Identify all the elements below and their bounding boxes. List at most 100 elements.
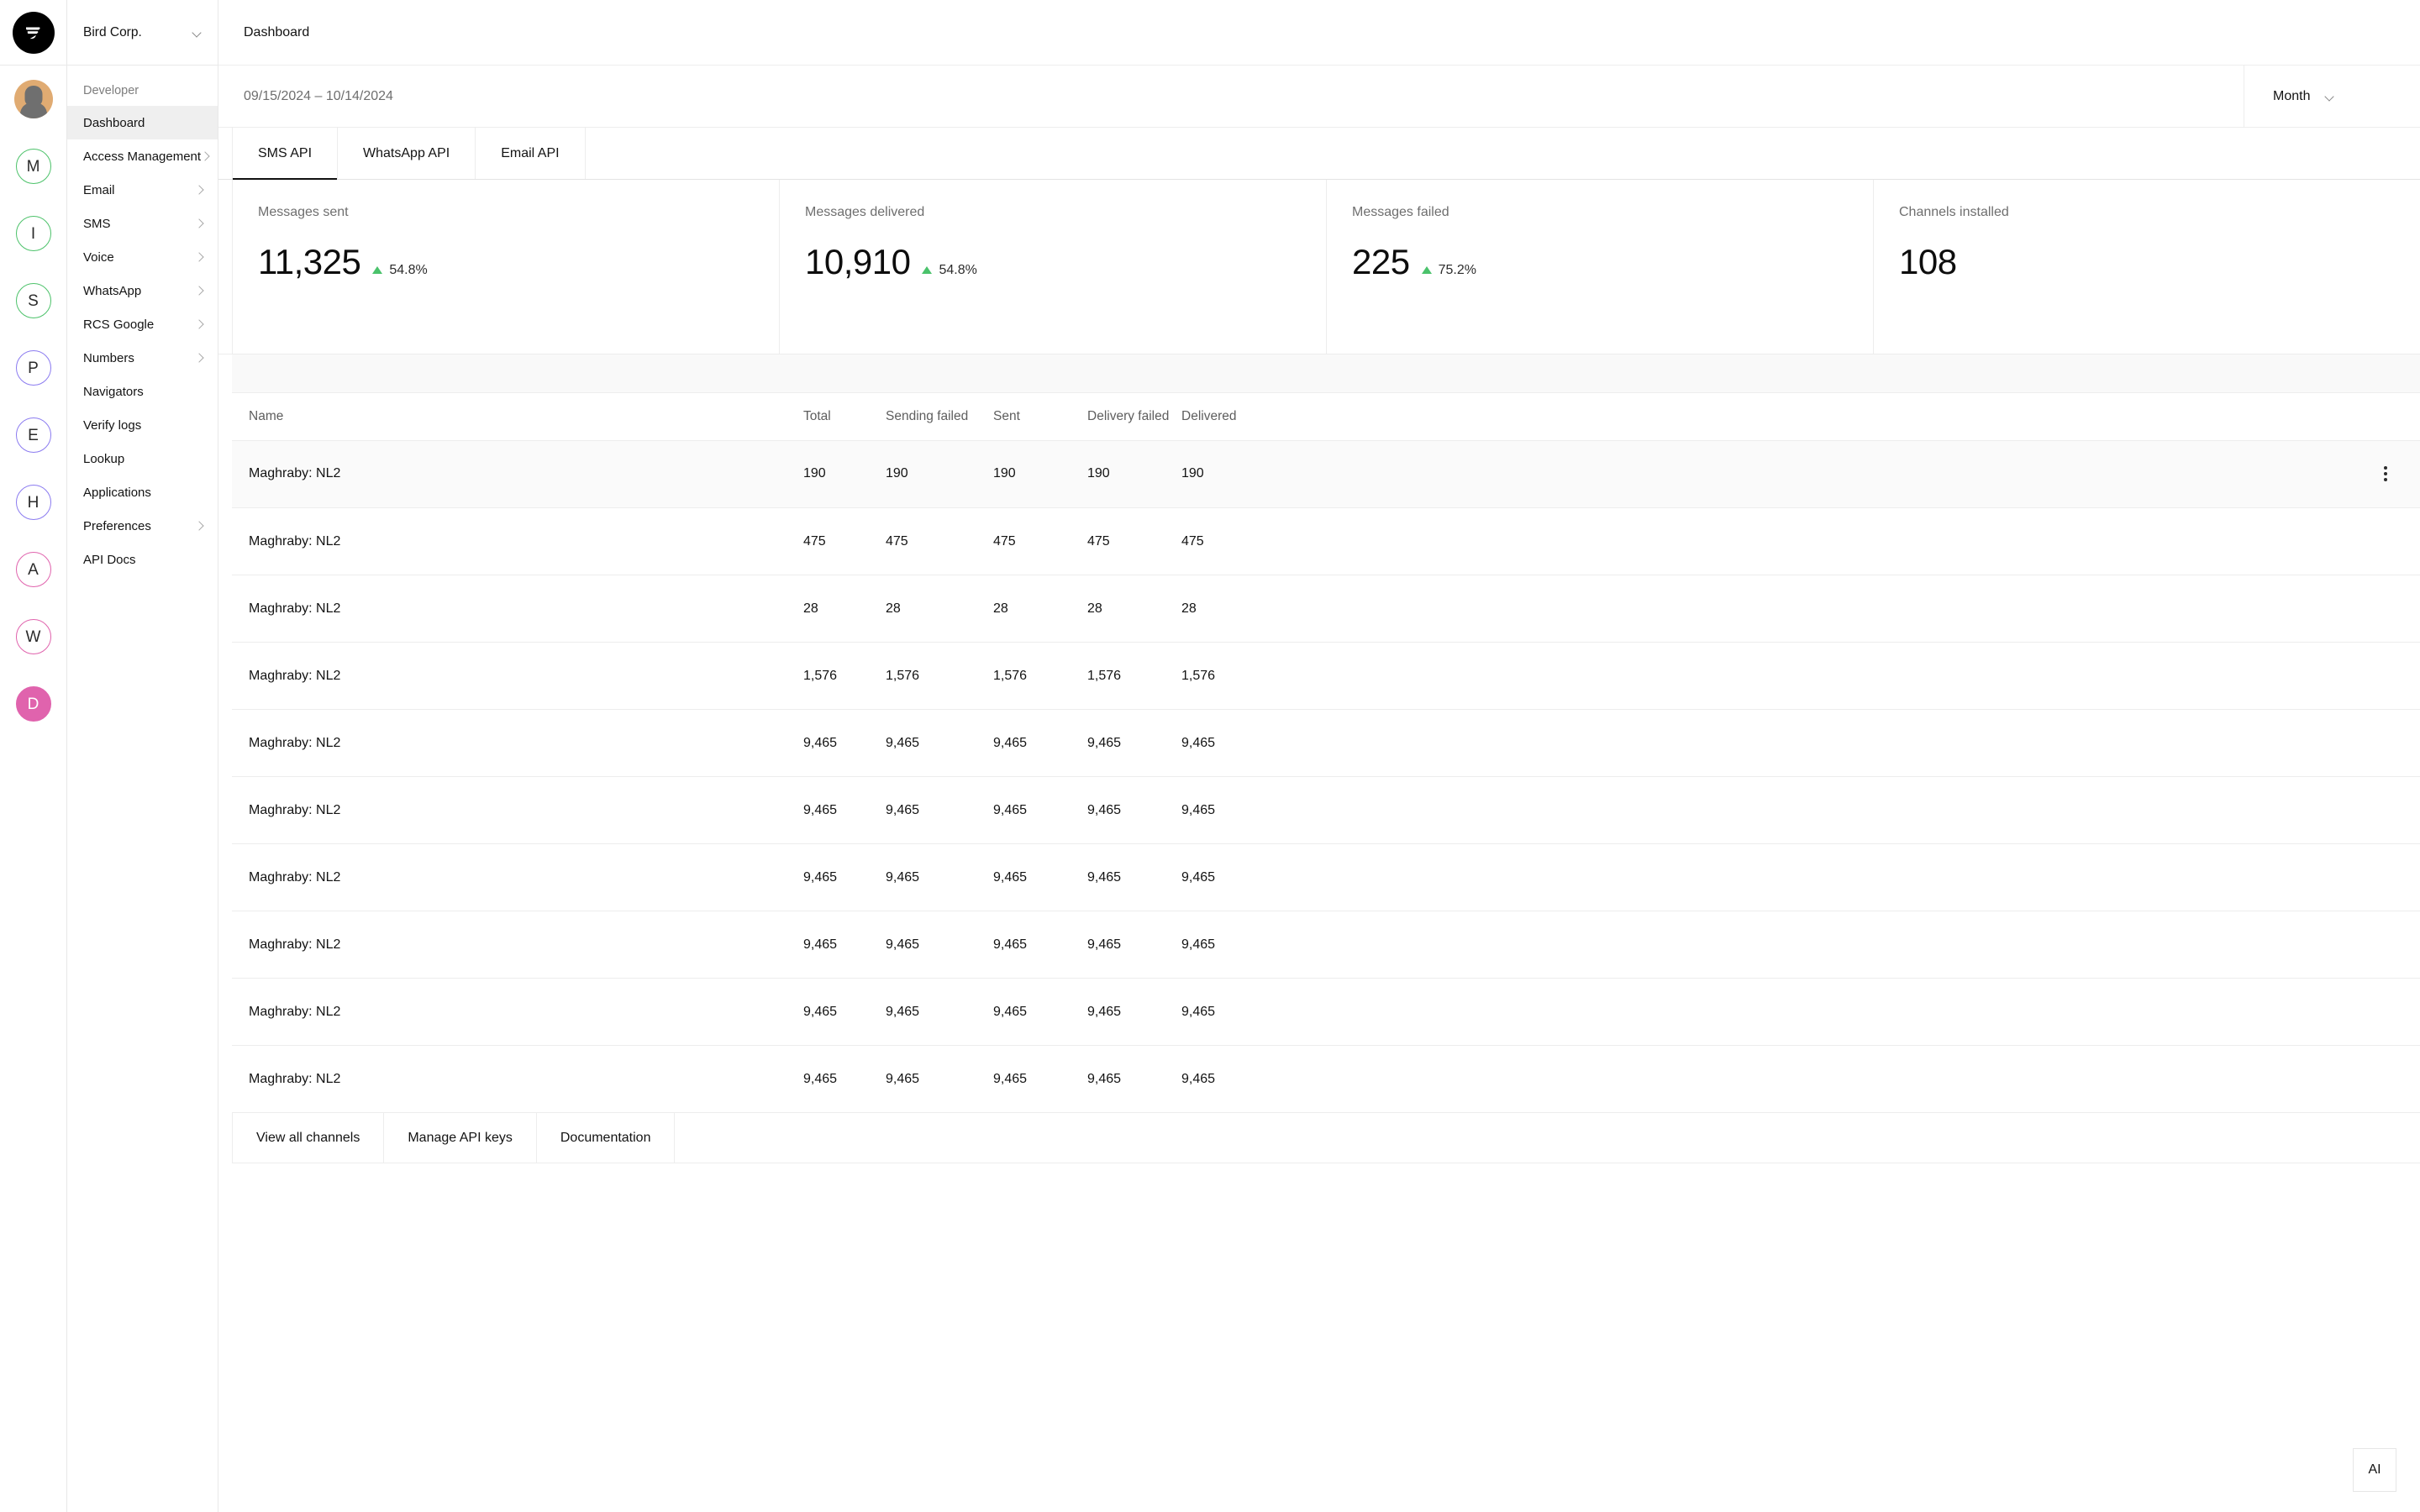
row-menu-icon[interactable]	[2373, 461, 2398, 486]
brand-logo-cell[interactable]	[0, 0, 67, 66]
column-header-total[interactable]: Total	[803, 393, 886, 441]
sidebar-item-sms[interactable]: SMS	[67, 207, 218, 240]
sidebar-item-verify-logs[interactable]: Verify logs	[67, 408, 218, 442]
chevron-down-icon	[2325, 93, 2336, 100]
tab-sms-api[interactable]: SMS API	[232, 128, 339, 180]
channels-table: Name Total Sending failed Sent Delivery …	[232, 393, 2420, 1113]
cell-name: Maghraby: NL2	[232, 776, 803, 844]
sidebar-item-label: Applications	[83, 485, 151, 500]
column-header-delivered[interactable]: Delivered	[1181, 393, 1366, 441]
chevron-right-icon	[195, 219, 203, 228]
cell-actions	[1366, 440, 2420, 508]
sidebar-item-access-management[interactable]: Access Management	[67, 139, 218, 173]
page-title: Dashboard	[244, 24, 310, 39]
sidebar-item-dashboard[interactable]: Dashboard	[67, 106, 218, 139]
rail-chip-e[interactable]: E	[0, 402, 67, 469]
sidebar-item-label: Lookup	[83, 451, 125, 466]
cell-delivery-failed: 9,465	[1087, 1045, 1181, 1113]
column-header-sending-failed[interactable]: Sending failed	[886, 393, 993, 441]
workspace-chip-icon: M	[15, 149, 51, 184]
period-select[interactable]: Month	[2244, 66, 2420, 127]
kpi-card-messages-delivered: Messages delivered 10,910 54.8%	[780, 180, 1327, 354]
rail-chip-m[interactable]: M	[0, 133, 67, 200]
table-row[interactable]: Maghraby: NL2 9,465 9,465 9,465 9,465 9,465	[232, 843, 2420, 911]
kpi-value: 10,910	[805, 242, 911, 281]
rail-chip-h[interactable]: H	[0, 469, 67, 536]
ai-assistant-label: AI	[2368, 1462, 2381, 1477]
manage-api-keys-button[interactable]: Manage API keys	[384, 1113, 537, 1163]
action-button-label: View all channels	[256, 1130, 360, 1145]
rail-chip-i[interactable]: I	[0, 200, 67, 267]
chevron-down-icon	[192, 29, 203, 36]
table-row[interactable]: Maghraby: NL2 475 475 475 475 475	[232, 507, 2420, 575]
cell-total: 1,576	[803, 642, 886, 710]
cell-delivery-failed: 9,465	[1087, 709, 1181, 777]
cell-sent: 475	[993, 507, 1087, 575]
cell-total: 9,465	[803, 843, 886, 911]
icon-rail: M I S P E H A W D	[0, 0, 67, 1512]
column-header-name[interactable]: Name	[232, 393, 803, 441]
table-row[interactable]: Maghraby: NL2 9,465 9,465 9,465 9,465 9,465	[232, 978, 2420, 1046]
rail-chip-p[interactable]: P	[0, 334, 67, 402]
cell-name: Maghraby: NL2	[232, 440, 803, 508]
cell-sending-failed: 9,465	[886, 709, 993, 777]
rail-chip-d[interactable]: D	[0, 670, 67, 738]
table-row[interactable]: Maghraby: NL2 1,576 1,576 1,576 1,576 1,576	[232, 642, 2420, 710]
cell-name: Maghraby: NL2	[232, 575, 803, 643]
documentation-button[interactable]: Documentation	[537, 1113, 676, 1163]
filter-bar: 09/15/2024 – 10/14/2024 Month	[218, 66, 2420, 128]
workspace-chip-icon: E	[15, 417, 51, 453]
ai-assistant-button[interactable]: AI	[2353, 1448, 2396, 1492]
cell-delivery-failed: 9,465	[1087, 911, 1181, 979]
sidebar-item-label: Dashboard	[83, 115, 145, 130]
nav-section-label: Developer	[83, 84, 139, 97]
table-row[interactable]: Maghraby: NL2 190 190 190 190 190	[232, 440, 2420, 508]
kpi-value-row: 11,325 54.8%	[258, 242, 779, 282]
cell-total: 9,465	[803, 709, 886, 777]
kpi-value: 11,325	[258, 242, 361, 281]
cell-sending-failed: 9,465	[886, 776, 993, 844]
org-switcher[interactable]: Bird Corp.	[67, 0, 218, 66]
cell-delivered: 9,465	[1181, 843, 1366, 911]
sidebar-item-navigators[interactable]: Navigators	[67, 375, 218, 408]
sidebar-item-applications[interactable]: Applications	[67, 475, 218, 509]
action-button-label: Manage API keys	[408, 1130, 513, 1145]
sidebar-item-rcs-google[interactable]: RCS Google	[67, 307, 218, 341]
sidebar-item-preferences[interactable]: Preferences	[67, 509, 218, 543]
cell-sent: 9,465	[993, 1045, 1087, 1113]
table-row[interactable]: Maghraby: NL2 9,465 9,465 9,465 9,465 9,465	[232, 1045, 2420, 1113]
sidebar-item-numbers[interactable]: Numbers	[67, 341, 218, 375]
table-row[interactable]: Maghraby: NL2 28 28 28 28 28	[232, 575, 2420, 643]
rail-chip-a[interactable]: A	[0, 536, 67, 603]
table-row[interactable]: Maghraby: NL2 9,465 9,465 9,465 9,465 9,465	[232, 776, 2420, 844]
sidebar-item-api-docs[interactable]: API Docs	[67, 543, 218, 576]
tab-whatsapp-api[interactable]: WhatsApp API	[338, 128, 476, 179]
kpi-value: 225	[1352, 242, 1410, 281]
rail-chip-w[interactable]: W	[0, 603, 67, 670]
table-toolbar-band	[232, 354, 2420, 393]
kpi-delta-value: 54.8%	[939, 262, 977, 277]
workspace-chip-icon: S	[15, 283, 51, 318]
column-header-sent[interactable]: Sent	[993, 393, 1087, 441]
table-row[interactable]: Maghraby: NL2 9,465 9,465 9,465 9,465 9,465	[232, 911, 2420, 979]
column-header-delivery-failed[interactable]: Delivery failed	[1087, 393, 1181, 441]
table-row[interactable]: Maghraby: NL2 9,465 9,465 9,465 9,465 9,465	[232, 709, 2420, 777]
date-range-picker[interactable]: 09/15/2024 – 10/14/2024	[218, 66, 2244, 127]
sidebar-item-voice[interactable]: Voice	[67, 240, 218, 274]
cell-total: 9,465	[803, 978, 886, 1046]
view-all-channels-button[interactable]: View all channels	[232, 1113, 385, 1163]
cell-delivery-failed: 475	[1087, 507, 1181, 575]
rail-chip-s[interactable]: S	[0, 267, 67, 334]
sidebar-nav-list: Dashboard Access Management Email SMS Voice W…	[67, 106, 218, 576]
kpi-value-row: 225 75.2%	[1352, 242, 1873, 282]
tab-email-api[interactable]: Email API	[476, 128, 586, 179]
user-avatar-cell[interactable]	[0, 66, 67, 133]
cell-delivery-failed: 9,465	[1087, 843, 1181, 911]
workspace-chip-letter: H	[27, 493, 39, 512]
sidebar-item-email[interactable]: Email	[67, 173, 218, 207]
sidebar-item-whatsapp[interactable]: WhatsApp	[67, 274, 218, 307]
cell-name: Maghraby: NL2	[232, 709, 803, 777]
cell-delivered: 9,465	[1181, 978, 1366, 1046]
channels-table-wrapper: Name Total Sending failed Sent Delivery …	[232, 393, 2420, 1113]
sidebar-item-lookup[interactable]: Lookup	[67, 442, 218, 475]
